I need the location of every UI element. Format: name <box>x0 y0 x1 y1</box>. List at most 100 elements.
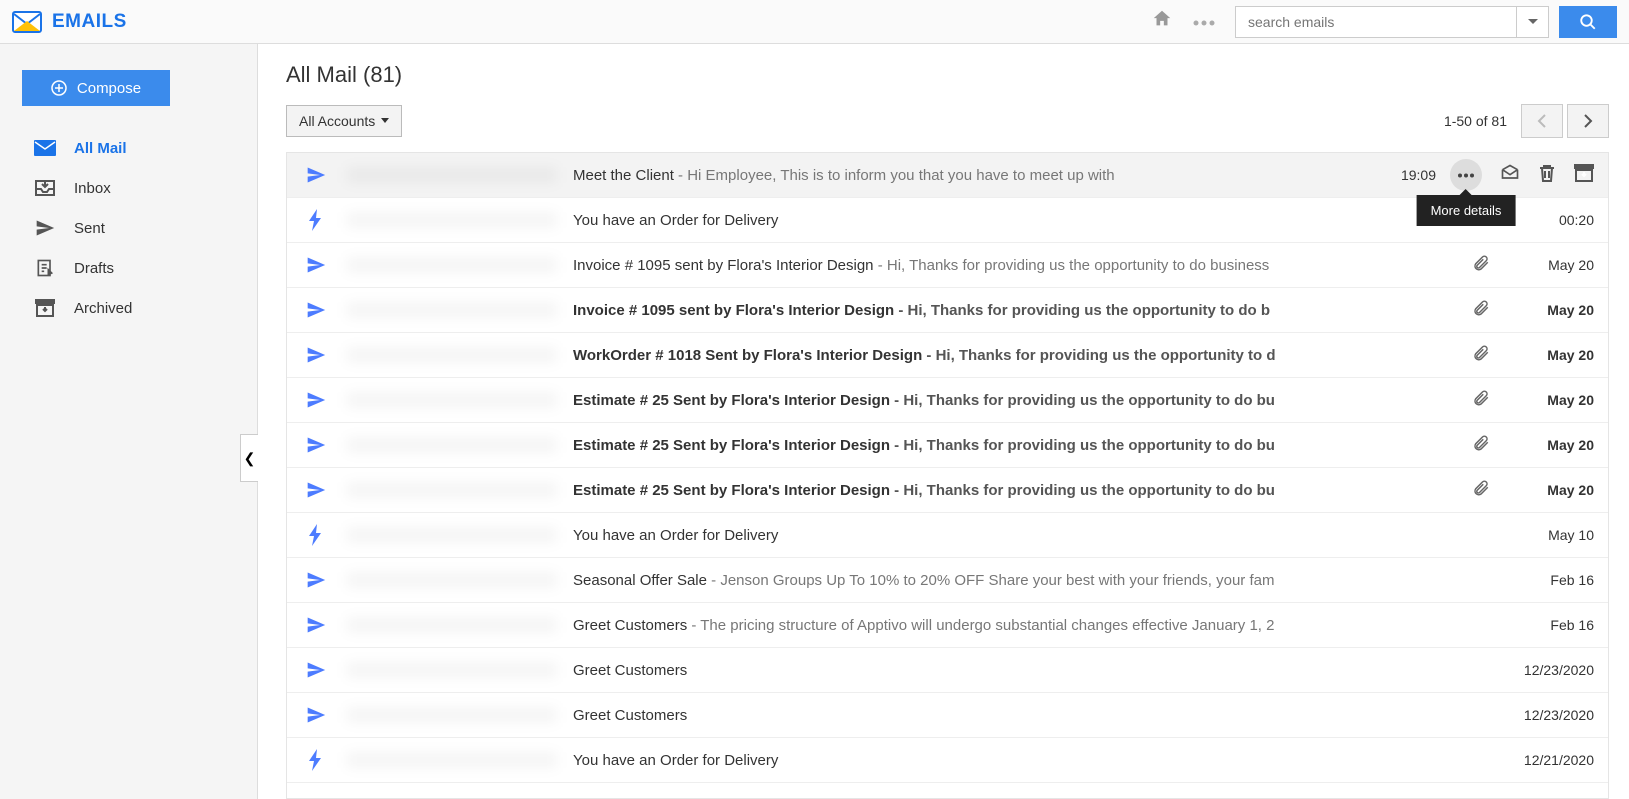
search-dropdown[interactable] <box>1516 6 1548 38</box>
email-body: You have an Order for Delivery <box>573 212 1500 229</box>
home-icon[interactable] <box>1151 8 1173 35</box>
nav-item-archived[interactable]: Archived <box>0 288 257 328</box>
email-body: Seasonal Offer Sale - Jenson Groups Up T… <box>573 572 1500 589</box>
email-body: Greet Customers - The pricing structure … <box>573 617 1500 634</box>
sent-icon <box>301 480 331 500</box>
subject: Greet Customers <box>573 617 687 634</box>
sent-icon <box>301 570 331 590</box>
date: May 20 <box>1500 302 1594 318</box>
sender <box>347 347 557 363</box>
email-row[interactable]: Greet Customers12/23/2020 <box>287 648 1608 693</box>
email-body: WorkOrder # 1018 Sent by Flora's Interio… <box>573 347 1462 364</box>
nav-item-inbox[interactable]: Inbox <box>0 168 257 208</box>
email-row[interactable]: Meet the Client - Hi Employee, This is t… <box>287 153 1608 198</box>
email-row[interactable]: Estimate # 25 Sent by Flora's Interior D… <box>287 378 1608 423</box>
email-row[interactable]: You have an Order for DeliveryMay 10 <box>287 513 1608 558</box>
plus-icon <box>51 80 67 96</box>
sent-icon <box>301 615 331 635</box>
sender <box>347 392 557 408</box>
preview: - Hi, Thanks for providing us the opport… <box>890 392 1275 409</box>
delete-icon[interactable] <box>1538 163 1556 187</box>
page-prev-button[interactable] <box>1521 104 1563 138</box>
sidebar: Compose All MailInboxSentDraftsArchived … <box>0 44 258 799</box>
archive-icon[interactable] <box>1574 164 1594 186</box>
envelope-logo-icon <box>12 11 42 33</box>
email-body: Greet Customers <box>573 707 1500 724</box>
more-menu-icon[interactable] <box>1193 13 1215 31</box>
preview: - Jenson Groups Up To 10% to 20% OFF Sha… <box>707 572 1274 589</box>
email-row[interactable]: Greet Customers 12/23/2020 <box>287 693 1608 738</box>
toolbar: All Accounts 1-50 of 81 <box>286 104 1609 138</box>
email-body: You have an Order for Delivery <box>573 752 1500 769</box>
email-row[interactable]: Invoice # 1095 sent by Flora's Interior … <box>287 243 1608 288</box>
nav-item-drafts[interactable]: Drafts <box>0 248 257 288</box>
nav-item-sent[interactable]: Sent <box>0 208 257 248</box>
accounts-dropdown[interactable]: All Accounts <box>286 105 402 137</box>
search-button[interactable] <box>1559 6 1617 38</box>
app-logo[interactable]: EMAILS <box>12 11 127 33</box>
topbar: EMAILS <box>0 0 1629 44</box>
more-actions-button[interactable]: More details <box>1450 159 1482 191</box>
subject: WorkOrder # 1018 Sent by Flora's Interio… <box>573 347 922 364</box>
email-row[interactable]: You have an Order for Delivery12/21/2020 <box>287 738 1608 783</box>
sender <box>347 167 557 183</box>
email-row[interactable]: Seasonal Offer Sale - Jenson Groups Up T… <box>287 558 1608 603</box>
sidebar-collapse-handle[interactable]: ❮ <box>240 434 258 482</box>
email-body: Estimate # 25 Sent by Flora's Interior D… <box>573 482 1462 499</box>
bolt-icon <box>301 524 331 546</box>
compose-label: Compose <box>77 80 141 97</box>
accounts-label: All Accounts <box>299 113 375 129</box>
subject: You have an Order for Delivery <box>573 212 778 229</box>
plane-icon <box>34 218 56 238</box>
sender <box>347 707 557 723</box>
mark-read-icon[interactable] <box>1500 163 1520 187</box>
attachment-icon <box>1472 254 1490 276</box>
date: 19:09 <box>1342 167 1436 183</box>
subject: Greet Customers <box>573 707 687 724</box>
page-title: All Mail (81) <box>286 62 1609 88</box>
search-box <box>1235 6 1549 38</box>
subject: You have an Order for Delivery <box>573 527 778 544</box>
subject: Seasonal Offer Sale <box>573 572 707 589</box>
date: Feb 16 <box>1500 572 1594 588</box>
email-row[interactable]: You have an Order for Delivery00:20 <box>287 198 1608 243</box>
compose-button[interactable]: Compose <box>22 70 170 106</box>
email-row[interactable]: Estimate # 25 Sent by Flora's Interior D… <box>287 468 1608 513</box>
search-input[interactable] <box>1236 14 1516 30</box>
email-row[interactable]: Greet Customers - The pricing structure … <box>287 603 1608 648</box>
sent-icon <box>301 345 331 365</box>
sent-icon <box>301 660 331 680</box>
email-row[interactable]: WorkOrder # 1018 Sent by Flora's Interio… <box>287 333 1608 378</box>
date: 12/21/2020 <box>1500 752 1594 768</box>
subject: Greet Customers <box>573 662 687 679</box>
sender <box>347 257 557 273</box>
preview: - Hi, Thanks for providing us the opport… <box>894 302 1270 319</box>
attachment-icon <box>1472 434 1490 456</box>
sent-icon <box>301 705 331 725</box>
date: Feb 16 <box>1500 617 1594 633</box>
search <box>1235 6 1617 38</box>
nav-label: Drafts <box>74 260 114 277</box>
subject: Estimate # 25 Sent by Flora's Interior D… <box>573 392 890 409</box>
sent-icon <box>301 165 331 185</box>
envelope-icon <box>34 140 56 156</box>
subject: Estimate # 25 Sent by Flora's Interior D… <box>573 482 890 499</box>
nav-item-all-mail[interactable]: All Mail <box>0 128 257 168</box>
email-row[interactable]: Invoice # 1095 sent by Flora's Interior … <box>287 288 1608 333</box>
email-body: Estimate # 25 Sent by Flora's Interior D… <box>573 392 1462 409</box>
nav-label: All Mail <box>74 140 127 157</box>
date: 12/23/2020 <box>1500 707 1594 723</box>
nav-label: Sent <box>74 220 105 237</box>
date: May 20 <box>1500 482 1594 498</box>
email-row[interactable]: Estimate # 25 Sent by Flora's Interior D… <box>287 423 1608 468</box>
date: May 20 <box>1500 392 1594 408</box>
sent-icon <box>301 390 331 410</box>
nav-label: Inbox <box>74 180 111 197</box>
sender <box>347 302 557 318</box>
date: May 20 <box>1500 257 1594 273</box>
page-next-button[interactable] <box>1567 104 1609 138</box>
sender <box>347 617 557 633</box>
bolt-icon <box>301 209 331 231</box>
email-body: Invoice # 1095 sent by Flora's Interior … <box>573 302 1462 319</box>
email-list: Meet the Client - Hi Employee, This is t… <box>286 152 1609 799</box>
